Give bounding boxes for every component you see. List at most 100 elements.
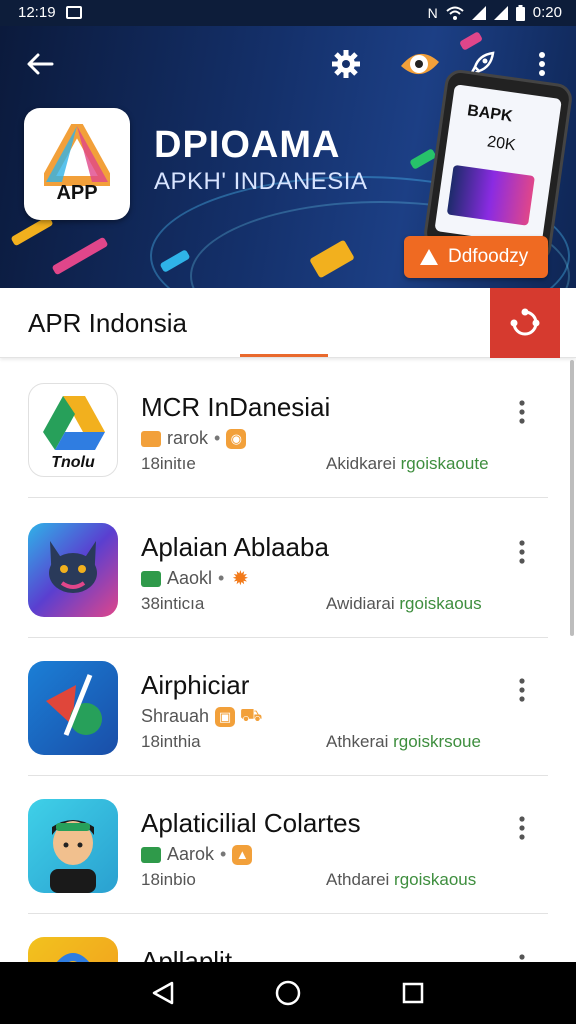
gear-badge-icon: ✹ (231, 568, 249, 590)
meta-separator: • (218, 568, 225, 588)
app-meta-text: Aaokl (167, 568, 213, 588)
more-vertical-icon (519, 400, 525, 424)
eye-icon (401, 53, 439, 75)
square-recents-icon (403, 982, 424, 1004)
character-icon (50, 820, 96, 893)
gear-icon (332, 50, 360, 78)
status-icons: N 0:20 (428, 4, 562, 21)
share-button[interactable] (490, 288, 560, 358)
warning-icon (420, 249, 438, 265)
preview-button[interactable] (396, 44, 444, 84)
app-name: Aplaticilial Colartes (141, 808, 361, 838)
app-logo-text: APP (56, 182, 98, 204)
list-item[interactable]: Aplaticilial Colartes Aarok • ▲ 18inbio … (0, 776, 576, 914)
more-vertical-icon (519, 540, 525, 564)
rating-badge-icon: ◉ (226, 428, 247, 449)
more-options-button[interactable] (522, 44, 562, 84)
item-menu-button[interactable] (506, 674, 538, 706)
phone-text-line: BAPK (466, 102, 514, 126)
app-size: 18inbio (141, 870, 196, 889)
phone-image (446, 164, 535, 226)
app-meta-text: Aarok (167, 844, 215, 864)
app-meta-text: rarok (167, 428, 209, 448)
app-meta: Aaokl • ✹ (141, 568, 250, 590)
phone-screen: BAPK 20K (434, 84, 562, 246)
meta-separator: • (220, 844, 227, 864)
app-size: 18inthia (141, 732, 201, 751)
divider (28, 497, 548, 498)
status-clock-right: 0:20 (532, 4, 562, 21)
status-time: 12:19 (18, 4, 56, 21)
developer-prefix: Athkerai (326, 732, 394, 751)
category-badge-icon (141, 430, 161, 447)
nfc-icon: N (427, 4, 438, 21)
brand-subtitle: APKH' INDANESIA (154, 168, 368, 195)
nav-home-button[interactable] (268, 973, 308, 1013)
tab-indicator (240, 354, 328, 357)
list-item[interactable]: Airphiciar Shrauah ▣ ⛟ 18inthia Athkerai… (0, 638, 576, 776)
cat-mascot-icon (49, 541, 97, 593)
app-size: 38inticıa (141, 594, 205, 613)
shapes-icon (46, 674, 102, 736)
status-bar: 12:19 N 0:20 (0, 0, 576, 26)
signal-icon (471, 5, 486, 20)
item-menu-button[interactable] (506, 812, 538, 844)
developer-prefix: Akidkarei (326, 454, 401, 473)
section-title: APR Indonsia (28, 308, 187, 338)
list-item[interactable]: Aplaian Ablaaba Aaokl • ✹ 38inticıa Awid… (0, 500, 576, 638)
app-developer: Athdarei rgoiskaous (326, 870, 476, 890)
app-developer: Awidiarai rgoiskaous (326, 594, 482, 614)
developer-suffix: rgoiskaous (399, 594, 482, 613)
phone-illustration: BAPK 20K (422, 67, 574, 265)
wifi-icon (446, 6, 464, 20)
image-icon (66, 6, 82, 19)
category-badge-icon (141, 570, 161, 587)
list-item[interactable]: Tnolu MCR InDanesiai rarok • ◉ 18initıe … (0, 360, 576, 498)
developer-suffix: rgoiskaous (394, 870, 477, 889)
app-name: Airphiciar (141, 670, 250, 700)
triangle-logo-icon (44, 124, 110, 186)
developer-prefix: Athdarei (326, 870, 395, 889)
item-menu-button[interactable] (506, 536, 538, 568)
app-icon (28, 661, 118, 755)
system-nav-bar (0, 962, 576, 1024)
app-icon-text: Tnolu (51, 454, 95, 471)
share-icon (510, 308, 540, 336)
car-badge-icon: ⛟ (239, 704, 263, 725)
app-developer: Akidkarei rgoiskaoute (326, 454, 489, 474)
decorative-shard (51, 236, 109, 276)
more-vertical-icon (539, 52, 545, 76)
nav-back-button[interactable] (143, 973, 183, 1013)
app-meta: rarok • ◉ (141, 428, 247, 449)
settings-button[interactable] (326, 44, 366, 84)
more-vertical-icon (519, 816, 525, 840)
brand-title: DPIOAMA (154, 124, 341, 166)
app-logo: APP (24, 108, 130, 220)
image-badge-icon: ▣ (215, 706, 236, 727)
meta-separator: • (214, 428, 221, 448)
app-name: MCR InDanesiai (141, 392, 331, 422)
phone-text-line: 20K (486, 133, 517, 155)
category-badge-icon (141, 846, 161, 863)
app-meta: Aarok • ▲ (141, 844, 253, 865)
item-menu-button[interactable] (506, 396, 538, 428)
app-icon (28, 799, 118, 893)
back-button[interactable] (20, 44, 60, 84)
signal-icon (493, 5, 508, 20)
app-icon: Tnolu (28, 383, 118, 477)
developer-suffix: rgoiskrsoue (393, 732, 481, 751)
app-size: 18initıe (141, 454, 196, 473)
battery-icon (515, 4, 525, 21)
more-vertical-icon (519, 678, 525, 702)
developer-prefix: Awidiarai (326, 594, 400, 613)
app-icon (28, 523, 118, 617)
app-meta: Shrauah ▣ ⛟ (141, 704, 263, 727)
decorative-shard (10, 215, 54, 247)
developer-suffix: rgoiskaoute (400, 454, 489, 473)
app-developer: Athkerai rgoiskrsoue (326, 732, 481, 752)
app-meta-text: Shrauah (141, 706, 210, 726)
section-header: APR Indonsia (0, 288, 576, 358)
nav-recents-button[interactable] (393, 973, 433, 1013)
scrollbar[interactable] (570, 360, 574, 636)
download-button[interactable]: Ddfoodzy (404, 236, 548, 278)
